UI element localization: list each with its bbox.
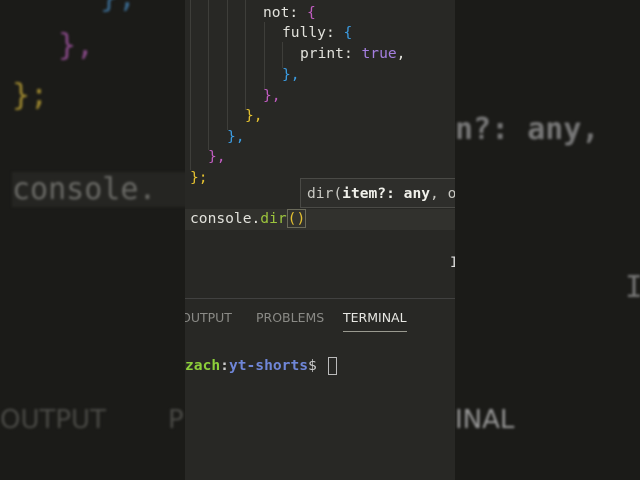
code-line: },: [245, 107, 263, 124]
vscode-window: not: { fully: { print: true, }, }, }, },…: [185, 0, 455, 480]
signature-help-tooltip: dir(item?: any, o: [300, 178, 455, 208]
bg-text: },: [58, 28, 95, 63]
terminal-prompt[interactable]: zach:yt-shorts$: [185, 357, 337, 375]
bg-text: console.: [12, 172, 185, 207]
code-line: },: [227, 128, 245, 145]
bg-text: n?: any,: [455, 112, 600, 147]
blurred-background-left: }, }, }; console. OUTPUT P: [0, 0, 185, 480]
tab-output[interactable]: OUTPUT: [185, 310, 232, 325]
bg-text: };: [12, 78, 49, 113]
terminal-cursor: [327, 357, 337, 375]
tab-terminal[interactable]: TERMINAL: [343, 310, 407, 332]
indent-guide: [208, 0, 209, 150]
indent-guide: [245, 0, 246, 110]
text-cursor-icon: I: [450, 255, 455, 271]
blurred-background-right: n?: any, I INAL: [455, 0, 640, 480]
bg-text: OUTPUT: [0, 405, 106, 435]
code-line: },: [208, 148, 226, 165]
panel-divider: [185, 298, 455, 299]
bg-text: P: [168, 405, 184, 435]
code-line: };: [190, 169, 208, 186]
code-line: },: [263, 87, 281, 104]
indent-guide: [227, 0, 228, 130]
code-line: fully: {: [282, 24, 353, 41]
code-line: not: {: [263, 4, 316, 21]
indent-guide: [264, 22, 265, 90]
code-line: print: true,: [300, 45, 406, 62]
bg-text: INAL: [455, 405, 515, 435]
bg-text: I: [625, 270, 640, 305]
code-line: },: [282, 66, 300, 83]
bg-text: },: [100, 0, 136, 15]
indent-guide: [190, 0, 191, 170]
tab-problems[interactable]: PROBLEMS: [256, 310, 324, 325]
code-line-current[interactable]: console.dir(): [190, 209, 307, 229]
